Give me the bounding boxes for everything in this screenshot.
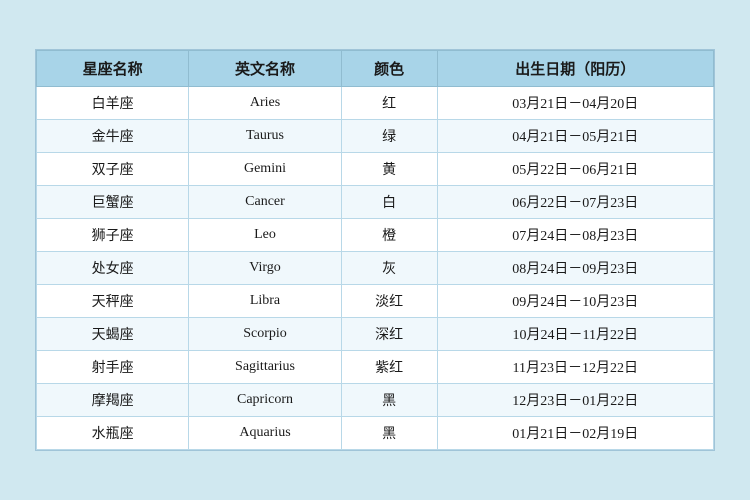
cell-color: 红 (341, 87, 437, 120)
table-row: 射手座Sagittarius紫红11月23日－12月22日 (37, 351, 714, 384)
table-row: 水瓶座Aquarius黑01月21日－02月19日 (37, 417, 714, 450)
cell-date: 11月23日－12月22日 (437, 351, 713, 384)
cell-date: 08月24日－09月23日 (437, 252, 713, 285)
table-row: 狮子座Leo橙07月24日－08月23日 (37, 219, 714, 252)
cell-date: 01月21日－02月19日 (437, 417, 713, 450)
cell-color: 绿 (341, 120, 437, 153)
cell-color: 黑 (341, 417, 437, 450)
header-color: 颜色 (341, 51, 437, 87)
cell-chinese-name: 金牛座 (37, 120, 189, 153)
cell-english-name: Taurus (189, 120, 341, 153)
zodiac-table: 星座名称 英文名称 颜色 出生日期（阳历） 白羊座Aries红03月21日－04… (36, 50, 714, 450)
cell-chinese-name: 白羊座 (37, 87, 189, 120)
cell-english-name: Virgo (189, 252, 341, 285)
zodiac-table-container: 星座名称 英文名称 颜色 出生日期（阳历） 白羊座Aries红03月21日－04… (35, 49, 715, 451)
cell-color: 橙 (341, 219, 437, 252)
cell-color: 淡红 (341, 285, 437, 318)
table-row: 白羊座Aries红03月21日－04月20日 (37, 87, 714, 120)
cell-date: 09月24日－10月23日 (437, 285, 713, 318)
cell-color: 白 (341, 186, 437, 219)
cell-english-name: Aries (189, 87, 341, 120)
cell-chinese-name: 天蝎座 (37, 318, 189, 351)
cell-chinese-name: 双子座 (37, 153, 189, 186)
cell-date: 06月22日－07月23日 (437, 186, 713, 219)
table-row: 天秤座Libra淡红09月24日－10月23日 (37, 285, 714, 318)
cell-english-name: Gemini (189, 153, 341, 186)
header-chinese-name: 星座名称 (37, 51, 189, 87)
cell-date: 05月22日－06月21日 (437, 153, 713, 186)
cell-chinese-name: 摩羯座 (37, 384, 189, 417)
cell-date: 07月24日－08月23日 (437, 219, 713, 252)
cell-date: 04月21日－05月21日 (437, 120, 713, 153)
cell-english-name: Capricorn (189, 384, 341, 417)
cell-english-name: Leo (189, 219, 341, 252)
header-english-name: 英文名称 (189, 51, 341, 87)
cell-chinese-name: 射手座 (37, 351, 189, 384)
header-date: 出生日期（阳历） (437, 51, 713, 87)
cell-date: 03月21日－04月20日 (437, 87, 713, 120)
table-row: 处女座Virgo灰08月24日－09月23日 (37, 252, 714, 285)
cell-english-name: Cancer (189, 186, 341, 219)
cell-chinese-name: 处女座 (37, 252, 189, 285)
table-row: 摩羯座Capricorn黑12月23日－01月22日 (37, 384, 714, 417)
cell-english-name: Aquarius (189, 417, 341, 450)
cell-color: 深红 (341, 318, 437, 351)
cell-color: 灰 (341, 252, 437, 285)
table-row: 双子座Gemini黄05月22日－06月21日 (37, 153, 714, 186)
table-row: 金牛座Taurus绿04月21日－05月21日 (37, 120, 714, 153)
table-row: 巨蟹座Cancer白06月22日－07月23日 (37, 186, 714, 219)
cell-english-name: Sagittarius (189, 351, 341, 384)
cell-english-name: Libra (189, 285, 341, 318)
cell-color: 紫红 (341, 351, 437, 384)
cell-chinese-name: 水瓶座 (37, 417, 189, 450)
table-row: 天蝎座Scorpio深红10月24日－11月22日 (37, 318, 714, 351)
cell-english-name: Scorpio (189, 318, 341, 351)
cell-date: 12月23日－01月22日 (437, 384, 713, 417)
table-header-row: 星座名称 英文名称 颜色 出生日期（阳历） (37, 51, 714, 87)
cell-date: 10月24日－11月22日 (437, 318, 713, 351)
cell-chinese-name: 天秤座 (37, 285, 189, 318)
cell-chinese-name: 狮子座 (37, 219, 189, 252)
cell-chinese-name: 巨蟹座 (37, 186, 189, 219)
cell-color: 黄 (341, 153, 437, 186)
cell-color: 黑 (341, 384, 437, 417)
